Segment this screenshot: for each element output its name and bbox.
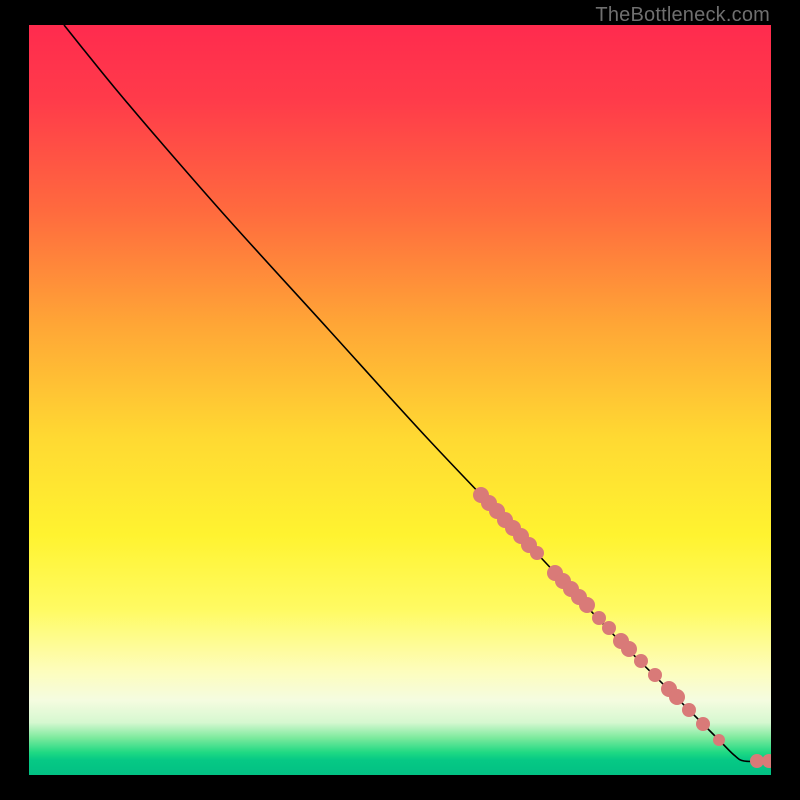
data-dot (648, 668, 662, 682)
plot-area (29, 25, 771, 775)
data-dot (621, 641, 637, 657)
data-dot (682, 703, 696, 717)
data-dot (592, 611, 606, 625)
data-dot (669, 689, 685, 705)
data-dot (579, 597, 595, 613)
data-dot (530, 546, 544, 560)
attribution-text: TheBottleneck.com (595, 4, 770, 27)
curve-path (64, 25, 771, 761)
data-dot (696, 717, 710, 731)
dots-group (473, 487, 771, 768)
chart-stage: TheBottleneck.com (0, 0, 800, 800)
data-dot (750, 754, 764, 768)
data-dot (762, 754, 771, 768)
data-dot (713, 734, 725, 746)
plot-overlay (29, 25, 771, 775)
data-dot (634, 654, 648, 668)
data-dot (602, 621, 616, 635)
